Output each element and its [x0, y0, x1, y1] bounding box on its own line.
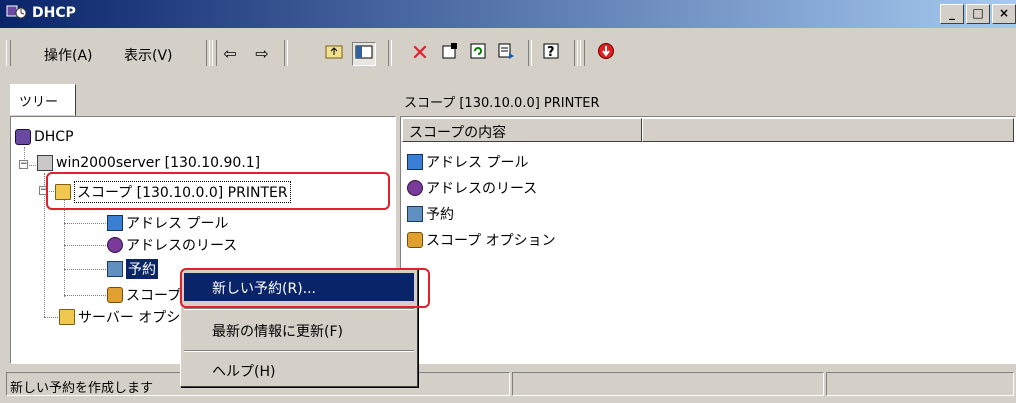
- tree-label-reservations: 予約: [126, 259, 158, 279]
- tree-label-server: win2000server [130.10.90.1]: [56, 155, 261, 171]
- column-header-scope-contents[interactable]: スコープの内容: [402, 118, 642, 142]
- tree-node-scope[interactable]: スコープ [130.10.0.0] PRINTER: [55, 181, 291, 203]
- column-header-blank[interactable]: [642, 118, 1014, 142]
- tree-node-dhcp[interactable]: DHCP: [15, 129, 74, 145]
- menu-refresh[interactable]: 最新の情報に更新(F): [184, 316, 414, 344]
- tree-label-dhcp: DHCP: [34, 129, 74, 145]
- list-label-address-pool: アドレス プール: [426, 155, 529, 171]
- context-menu: 新しい予約(R)... 最新の情報に更新(F) ヘルプ(H): [180, 269, 418, 387]
- reservation-icon: [407, 206, 423, 222]
- scope-options-icon: [107, 287, 123, 303]
- address-pool-icon: [107, 215, 123, 231]
- scope-expander[interactable]: −: [39, 186, 48, 195]
- dhcp-window: DHCP _ □ × 操作(A) 表示(V) ⇦ ⇨ ✕ ? ツリー スコープ …: [0, 0, 1016, 403]
- menu-view[interactable]: 表示(V): [124, 45, 173, 65]
- tree-label-scope: スコープ [130.10.0.0] PRINTER: [74, 181, 291, 203]
- status-panel-2: [512, 372, 824, 396]
- folder-icon: [55, 184, 71, 200]
- toolbar-grip[interactable]: [6, 40, 11, 66]
- address-lease-icon: [107, 237, 123, 253]
- minimize-button[interactable]: _: [940, 4, 964, 24]
- scope-path-header: スコープ [130.10.0.0] PRINTER: [404, 96, 600, 111]
- scope-options-icon: [407, 232, 423, 248]
- delete-icon[interactable]: ✕: [408, 42, 432, 66]
- tree-node-server[interactable]: win2000server [130.10.90.1]: [37, 155, 260, 171]
- help-icon[interactable]: ?: [540, 42, 564, 66]
- tree-label-address-leases: アドレスのリース: [126, 238, 238, 254]
- maximize-button[interactable]: □: [966, 4, 990, 24]
- list-item-address-pool[interactable]: アドレス プール: [407, 151, 528, 173]
- menu-new-reservation[interactable]: 新しい予約(R)...: [184, 273, 414, 301]
- list-label-scope-options: スコープ オプション: [426, 233, 556, 249]
- menu-help[interactable]: ヘルプ(H): [184, 356, 414, 384]
- toolbar: 操作(A) 表示(V) ⇦ ⇨ ✕ ?: [0, 34, 1016, 74]
- tree-node-address-pool[interactable]: アドレス プール: [107, 213, 228, 233]
- tree-node-address-leases[interactable]: アドレスのリース: [107, 235, 237, 255]
- server-expander[interactable]: −: [19, 160, 28, 169]
- title-bar[interactable]: DHCP _ □ ×: [0, 0, 1016, 28]
- list-item-scope-options[interactable]: スコープ オプション: [407, 229, 556, 251]
- server-icon: [37, 155, 53, 171]
- list-item-reservations[interactable]: 予約: [407, 203, 454, 225]
- tree-node-reservations[interactable]: 予約: [107, 259, 158, 279]
- properties-icon[interactable]: [438, 42, 462, 66]
- export-list-icon[interactable]: [494, 42, 518, 66]
- menu-action[interactable]: 操作(A): [44, 45, 93, 65]
- dhcp-icon: [15, 129, 31, 145]
- tab-tree[interactable]: ツリー: [10, 84, 76, 116]
- svg-text:?: ?: [547, 45, 555, 60]
- status-bar: 新しい予約を作成します: [0, 368, 1016, 398]
- window-title: DHCP: [32, 5, 76, 21]
- stop-icon[interactable]: [594, 42, 618, 66]
- forward-arrow-icon[interactable]: ⇨: [250, 42, 274, 66]
- list-pane[interactable]: スコープの内容 アドレス プール アドレスのリース 予約 スコープ オプション: [400, 116, 1016, 364]
- tree-label-address-pool: アドレス プール: [126, 216, 229, 232]
- list-item-address-leases[interactable]: アドレスのリース: [407, 177, 537, 199]
- folder-icon: [59, 309, 75, 325]
- reservation-icon: [107, 261, 123, 277]
- dhcp-app-icon: [6, 4, 28, 26]
- show-tree-icon[interactable]: [352, 42, 376, 66]
- list-label-address-leases: アドレスのリース: [426, 181, 538, 197]
- list-label-reservations: 予約: [426, 207, 454, 223]
- address-lease-icon: [407, 180, 423, 196]
- up-folder-icon[interactable]: [322, 42, 346, 66]
- status-panel-3: [826, 372, 1014, 396]
- close-button[interactable]: ×: [992, 4, 1016, 24]
- back-arrow-icon[interactable]: ⇦: [218, 42, 242, 66]
- refresh-icon[interactable]: [466, 42, 490, 66]
- address-pool-icon: [407, 154, 423, 170]
